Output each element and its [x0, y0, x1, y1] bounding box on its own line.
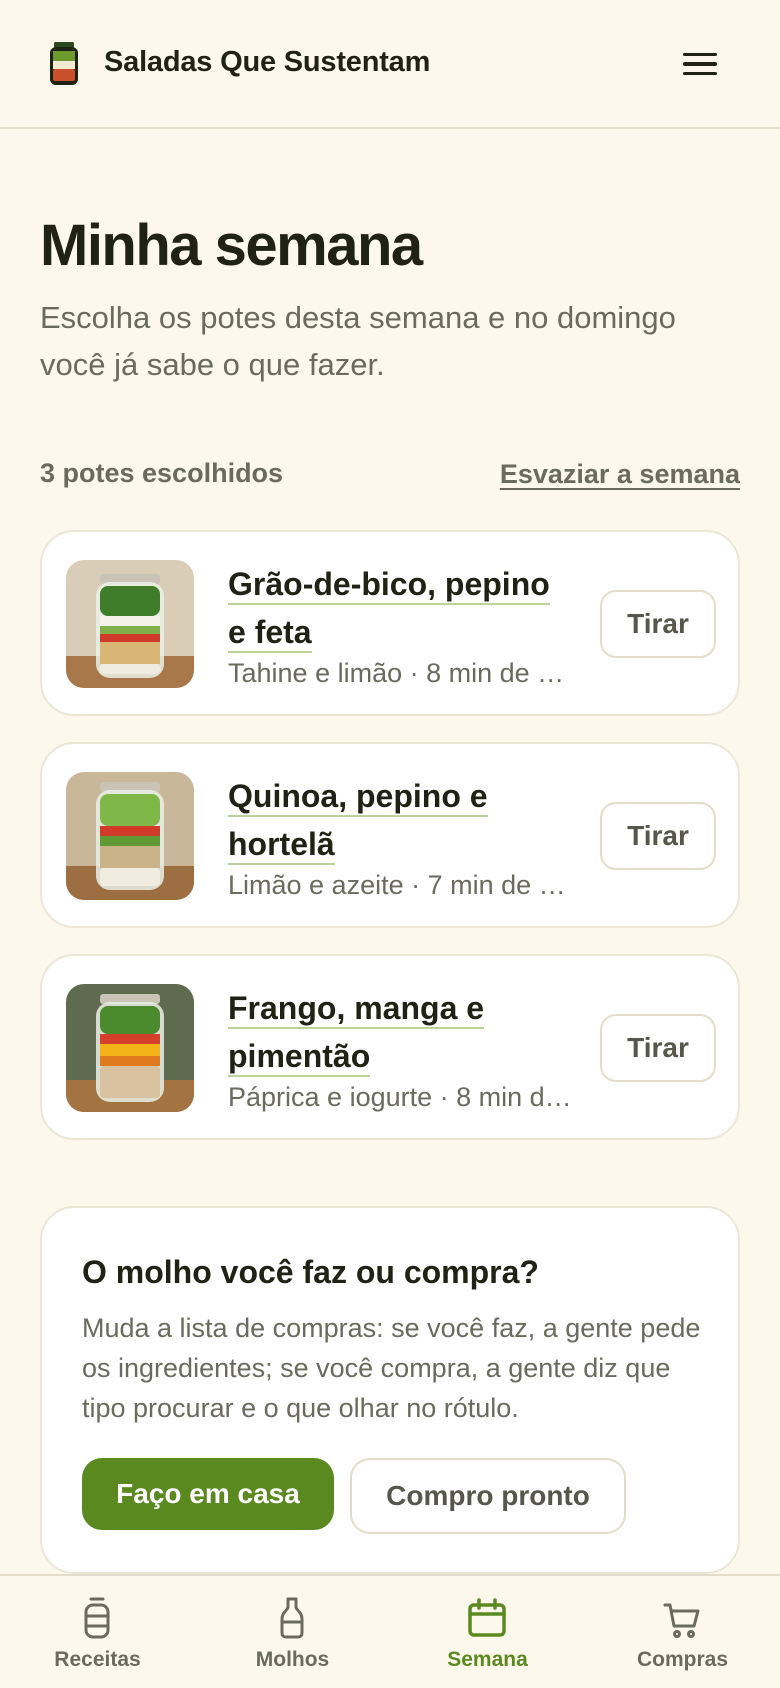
nav-label: Compras — [636, 1648, 729, 1671]
jar-logo-icon — [50, 42, 78, 85]
app-header: Saladas Que Sustentam — [0, 0, 780, 129]
jar-title: Quinoa, pepino e hortelã — [228, 772, 568, 868]
calendar-icon — [468, 1598, 506, 1637]
page-subtitle: Escolha os potes desta semana e no domin… — [40, 300, 676, 382]
jar-title: Frango, manga e pimentão — [228, 984, 568, 1080]
jar-icon — [84, 1597, 110, 1639]
nav-item-semana[interactable]: Semana — [390, 1576, 585, 1688]
bottom-nav: Receitas Molhos Semana Compras — [0, 1574, 780, 1688]
nav-item-receitas[interactable]: Receitas — [0, 1576, 195, 1688]
selected-count: 3 potes escolhidos — [40, 458, 284, 488]
salad-jar-photo — [66, 560, 194, 688]
nav-label: Semana — [447, 1648, 528, 1671]
nav-label: Receitas — [54, 1648, 141, 1671]
jar-title: Grão-de-bico, pepino e feta — [228, 560, 568, 656]
buy-ready-button[interactable]: Compro pronto — [350, 1458, 626, 1534]
jar-card[interactable]: Grão-de-bico, pepino e feta Tahine e lim… — [40, 530, 740, 716]
nav-item-molhos[interactable]: Molhos — [195, 1576, 390, 1688]
remove-jar-button[interactable]: Tirar — [600, 590, 716, 658]
remove-jar-button[interactable]: Tirar — [600, 802, 716, 870]
jar-meta: Limão e azeite · 7 min de preparo — [228, 870, 574, 900]
make-at-home-button[interactable]: Faço em casa — [82, 1458, 334, 1530]
nav-item-compras[interactable]: Compras — [585, 1576, 780, 1688]
sauce-description: Muda a lista de compras: se você faz, a … — [82, 1313, 701, 1423]
cart-icon — [663, 1603, 700, 1638]
salad-jar-photo — [66, 984, 194, 1112]
app-title: Saladas Que Sustentam — [104, 46, 431, 78]
remove-jar-button[interactable]: Tirar — [600, 1014, 716, 1082]
menu-button[interactable] — [676, 44, 724, 84]
salad-jar-photo — [66, 772, 194, 900]
jar-meta: Tahine e limão · 8 min de preparo — [228, 658, 574, 688]
jar-card[interactable]: Frango, manga e pimentão Páprica e iogur… — [40, 954, 740, 1140]
empty-week-link[interactable]: Esvaziar a semana — [500, 459, 740, 490]
jar-meta: Páprica e iogurte · 8 min de preparo — [228, 1082, 574, 1112]
page-title: Minha semana — [40, 213, 423, 278]
jar-card[interactable]: Quinoa, pepino e hortelã Limão e azeite … — [40, 742, 740, 928]
bottle-icon — [280, 1597, 304, 1639]
hamburger-menu-icon — [683, 52, 717, 57]
nav-label: Molhos — [255, 1648, 330, 1671]
sauce-title: O molho você faz ou compra? — [82, 1254, 539, 1290]
sauce-choice-panel: O molho você faz ou compra? Muda a lista… — [40, 1206, 740, 1574]
